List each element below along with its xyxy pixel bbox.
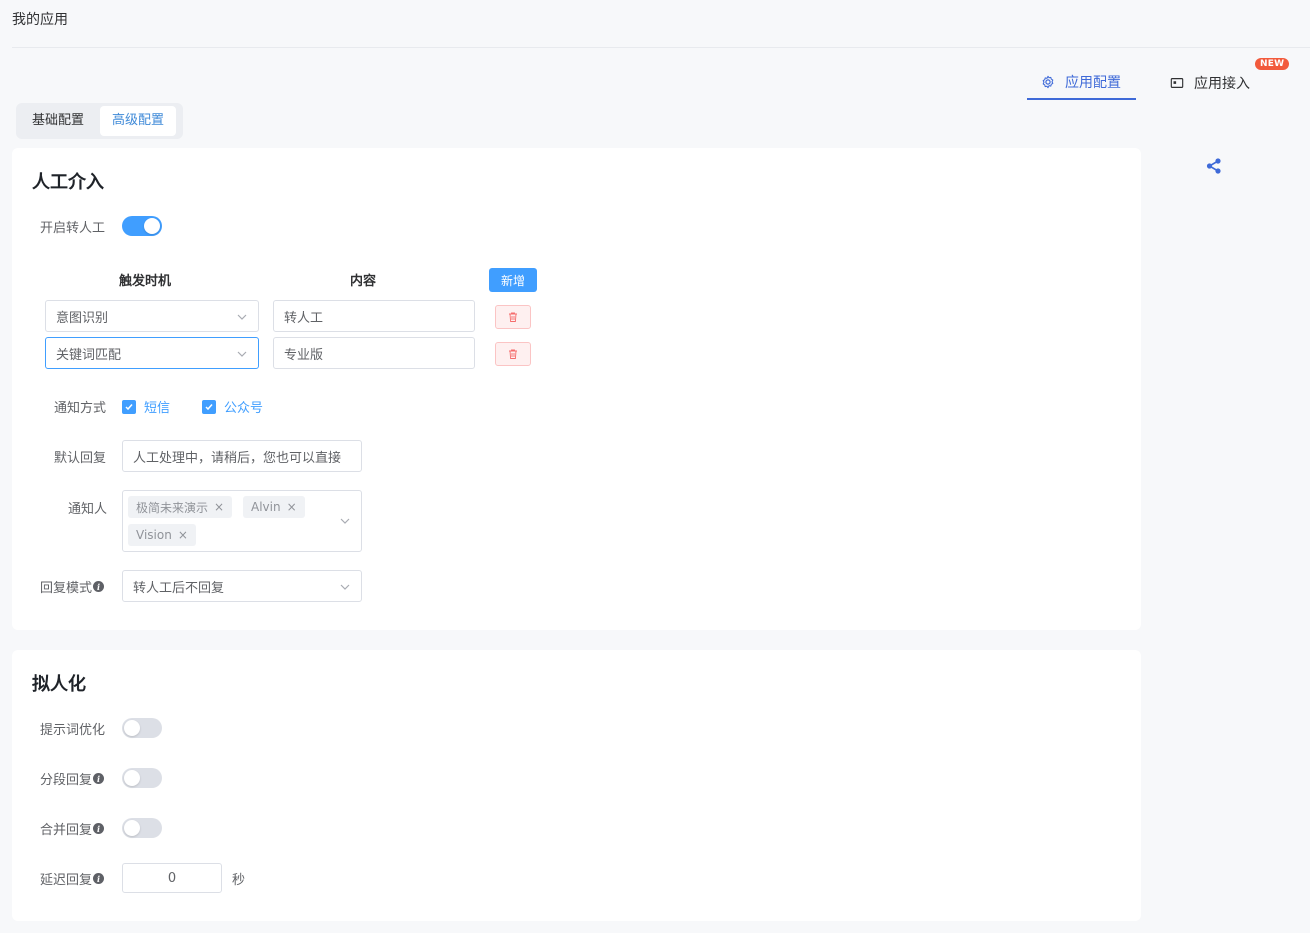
tab-app-access[interactable]: 应用接入	[1168, 66, 1250, 100]
wechat-label: 公众号	[224, 401, 264, 416]
sms-label: 短信	[144, 401, 171, 416]
tab-app-access-label: 应用接入	[1194, 76, 1250, 92]
new-badge: NEW	[1255, 58, 1290, 70]
close-icon[interactable]: ×	[214, 500, 224, 514]
col-content-header: 内容	[350, 274, 377, 289]
segment-reply-switch[interactable]	[122, 768, 162, 788]
person-tag-1-label: 极简未来演示	[136, 500, 209, 515]
wechat-checkbox[interactable]: 公众号	[202, 397, 263, 416]
info-icon[interactable]: i	[93, 823, 105, 834]
info-icon[interactable]: i	[93, 773, 105, 784]
notify-people-label: 通知人	[68, 502, 108, 517]
tab-basic-config[interactable]: 基础配置	[20, 106, 96, 136]
enable-handover-switch[interactable]	[122, 216, 162, 236]
merge-reply-text: 合并回复	[40, 823, 93, 838]
delay-reply-label: 延迟回复 i	[40, 869, 105, 888]
gear-icon	[1039, 73, 1057, 91]
prompt-opt-switch[interactable]	[122, 718, 162, 738]
config-segment: 基础配置 高级配置	[16, 103, 183, 139]
handover-title: 人工介入	[32, 172, 104, 193]
tab-app-config-label: 应用配置	[1065, 75, 1121, 91]
reply-mode-label: 回复模式 i	[40, 577, 105, 596]
content-value-1: 转人工	[284, 310, 324, 326]
reply-mode-text: 回复模式	[40, 581, 93, 596]
delay-unit: 秒	[232, 873, 246, 888]
persona-card: 拟人化 提示词优化 分段回复 i 合并回复 i 延迟回复 i 0 秒	[12, 650, 1141, 921]
sms-checkbox[interactable]: 短信	[122, 397, 170, 416]
notify-people-select[interactable]: 极简未来演示 × Alvin × Vision ×	[122, 490, 362, 552]
close-icon[interactable]: ×	[178, 528, 188, 542]
share-icon[interactable]	[1205, 157, 1223, 175]
merge-reply-switch[interactable]	[122, 818, 162, 838]
check-icon	[202, 399, 216, 414]
embed-icon	[1168, 74, 1186, 92]
person-tag-1: 极简未来演示 ×	[128, 496, 233, 518]
content-value-2: 专业版	[284, 347, 324, 363]
segment-reply-text: 分段回复	[40, 773, 93, 788]
info-icon[interactable]: i	[93, 581, 105, 592]
check-icon	[122, 399, 136, 414]
person-tag-2-label: Alvin	[251, 500, 281, 514]
tab-app-config[interactable]: 应用配置	[1027, 66, 1136, 100]
tab-advanced-config[interactable]: 高级配置	[100, 106, 177, 136]
default-reply-input[interactable]: 人工处理中，请稍后，您也可以直接	[122, 440, 362, 472]
delay-seconds-input[interactable]: 0	[122, 863, 222, 893]
prompt-opt-label: 提示词优化	[40, 723, 106, 738]
content-input-2[interactable]: 专业版	[273, 337, 475, 369]
col-trigger-header: 触发时机	[119, 274, 172, 289]
trigger-value-2: 关键词匹配	[56, 347, 122, 363]
trash-icon	[509, 312, 517, 322]
add-rule-button[interactable]: 新增	[489, 268, 537, 292]
person-tag-3-label: Vision	[136, 528, 172, 542]
page-title: 我的应用	[12, 12, 68, 28]
delay-reply-text: 延迟回复	[40, 873, 93, 888]
close-icon[interactable]: ×	[287, 500, 297, 514]
person-tag-3: Vision ×	[128, 524, 196, 546]
notify-method-label: 通知方式	[54, 401, 107, 416]
persona-title: 拟人化	[32, 674, 86, 695]
chevron-down-icon	[340, 518, 350, 524]
segment-reply-label: 分段回复 i	[40, 769, 105, 788]
reply-mode-select[interactable]: 转人工后不回复	[122, 570, 362, 602]
info-icon[interactable]: i	[93, 873, 105, 884]
enable-handover-label: 开启转人工	[40, 221, 106, 236]
content-input-1[interactable]: 转人工	[273, 300, 475, 332]
chevron-down-icon	[237, 314, 247, 320]
default-reply-value: 人工处理中，请稍后，您也可以直接	[133, 450, 342, 466]
trigger-value-1: 意图识别	[56, 310, 109, 326]
trigger-select-2[interactable]: 关键词匹配	[45, 337, 259, 369]
delete-rule-button-1[interactable]	[495, 305, 531, 329]
handover-card: 人工介入 开启转人工 触发时机 内容 新增 意图识别 转人工 关键词匹配 专业版…	[12, 148, 1141, 630]
page-header: 我的应用	[12, 0, 1310, 48]
reply-mode-value: 转人工后不回复	[133, 580, 225, 596]
chevron-down-icon	[237, 351, 247, 357]
trash-icon	[509, 349, 517, 359]
merge-reply-label: 合并回复 i	[40, 819, 105, 838]
person-tag-2: Alvin ×	[243, 496, 305, 518]
default-reply-label: 默认回复	[54, 451, 107, 466]
delay-value: 0	[167, 870, 177, 886]
delete-rule-button-2[interactable]	[495, 342, 531, 366]
trigger-select-1[interactable]: 意图识别	[45, 300, 259, 332]
chevron-down-icon	[340, 584, 350, 590]
